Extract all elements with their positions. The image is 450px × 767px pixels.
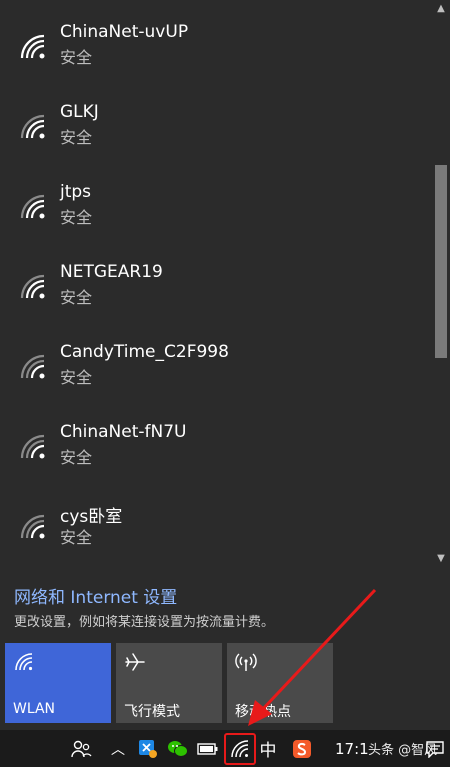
people-icon — [71, 740, 92, 757]
wifi-icon — [15, 653, 33, 671]
network-security: 安全 — [60, 48, 93, 67]
network-list-scrollbar[interactable]: ▲ ▼ — [432, 0, 450, 568]
network-item[interactable]: ChinaNet-fN7U 安全 — [0, 418, 432, 498]
wifi-signal-icon — [20, 114, 45, 139]
network-security: 安全 — [60, 368, 93, 387]
hotspot-icon — [235, 653, 257, 671]
network-item[interactable]: GLKJ 安全 — [0, 98, 432, 178]
tray-app-button[interactable] — [137, 730, 159, 767]
network-security: 安全 — [60, 208, 93, 227]
wlan-tile-label: WLAN — [13, 701, 56, 717]
network-security: 安全 — [60, 528, 93, 547]
action-center-button[interactable] — [423, 730, 447, 767]
chevron-up-icon: ︿ — [111, 741, 125, 758]
airplane-icon — [125, 653, 145, 671]
wifi-signal-icon — [20, 354, 45, 379]
hotspot-tile-label: 移动热点 — [235, 704, 291, 720]
network-security: 安全 — [60, 288, 93, 307]
sogou-icon — [293, 739, 311, 758]
network-flyout: ChinaNet-uvUP 安全 GLKJ 安全 jtps 安全 NETGEAR… — [0, 0, 450, 730]
scrollbar-thumb[interactable] — [435, 165, 447, 358]
network-list: ChinaNet-uvUP 安全 GLKJ 安全 jtps 安全 NETGEAR… — [0, 0, 432, 568]
network-security: 安全 — [60, 448, 93, 467]
airplane-tile-label: 飞行模式 — [124, 704, 180, 720]
wifi-tray-icon — [231, 740, 249, 758]
taskbar: ︿ 中 17:1 头条 @智风 — [0, 730, 450, 767]
scroll-down-icon[interactable]: ▼ — [432, 552, 450, 566]
airplane-mode-tile[interactable]: 飞行模式 — [116, 643, 222, 723]
network-tray-button[interactable] — [224, 733, 256, 765]
tray-app-icon — [139, 739, 157, 758]
network-ssid: GLKJ — [60, 102, 99, 122]
network-ssid: CandyTime_C2F998 — [60, 342, 229, 362]
sogou-ime-button[interactable] — [290, 730, 314, 767]
battery-tray-button[interactable] — [196, 730, 220, 767]
network-ssid: ChinaNet-fN7U — [60, 422, 187, 442]
wlan-toggle-tile[interactable]: WLAN — [5, 643, 111, 723]
network-ssid: ChinaNet-uvUP — [60, 22, 189, 42]
wifi-signal-icon — [20, 434, 45, 459]
wechat-tray-button[interactable] — [166, 730, 190, 767]
notification-icon — [426, 740, 444, 758]
network-settings-description: 更改设置，例如将某连接设置为按流量计费。 — [14, 615, 275, 630]
network-settings-link[interactable]: 网络和 Internet 设置 — [14, 583, 177, 608]
network-item[interactable]: cys卧室 安全 — [0, 498, 432, 568]
input-method-button[interactable]: 中 — [258, 730, 278, 767]
network-item[interactable]: NETGEAR19 安全 — [0, 258, 432, 338]
network-ssid: NETGEAR19 — [60, 262, 163, 282]
network-ssid: jtps — [60, 182, 92, 202]
wifi-signal-icon — [20, 274, 45, 299]
network-item[interactable]: ChinaNet-uvUP 安全 — [0, 18, 432, 98]
battery-icon — [197, 742, 218, 755]
wifi-signal-icon — [20, 514, 45, 539]
wechat-icon — [168, 740, 188, 757]
scroll-up-icon[interactable]: ▲ — [432, 2, 450, 16]
wifi-signal-icon — [20, 194, 45, 219]
mobile-hotspot-tile[interactable]: 移动热点 — [227, 643, 333, 723]
show-hidden-icons-button[interactable]: ︿ — [108, 730, 128, 767]
network-item[interactable]: jtps 安全 — [0, 178, 432, 258]
people-button[interactable] — [68, 730, 94, 767]
network-item[interactable]: CandyTime_C2F998 安全 — [0, 338, 432, 418]
wifi-signal-icon — [20, 34, 45, 59]
network-security: 安全 — [60, 128, 93, 147]
